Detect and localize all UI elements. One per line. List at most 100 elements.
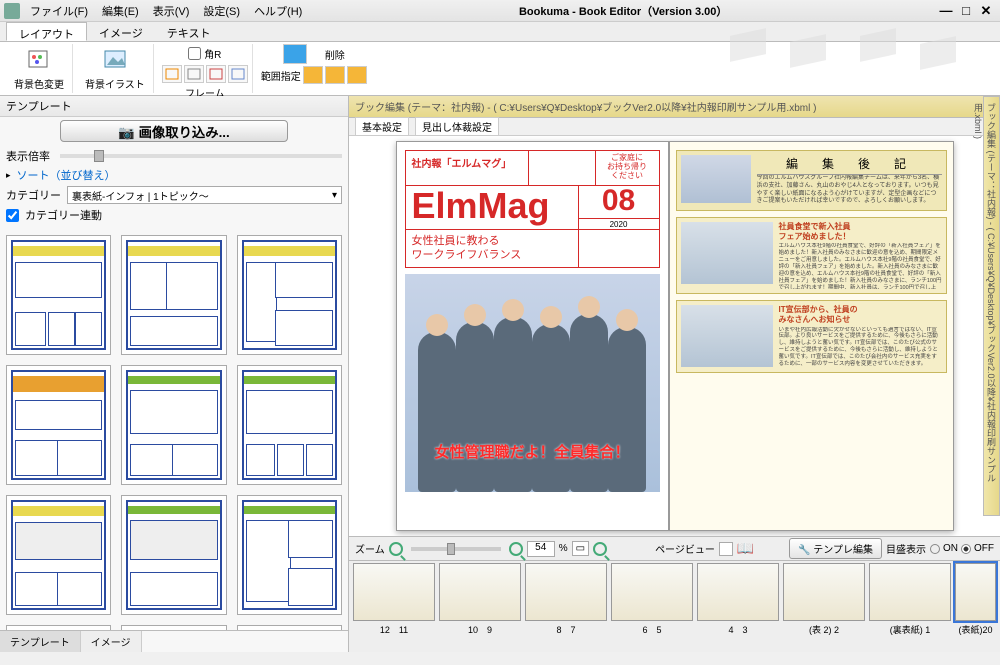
ruler-off-radio[interactable]: [961, 544, 971, 554]
article-1-title: 社員食堂で新入社員フェア始めました！: [779, 222, 942, 241]
zoom-bar: ズーム 54 % ▭ ページビュー 📖 🔧 テンプレ編集 目盛表示 ON OFF: [349, 536, 1000, 560]
window-close[interactable]: ✕: [978, 3, 994, 19]
editor-area: ブック編集 (テーマ：社内報) - ( C:¥Users¥Q¥Desktop¥ブ…: [349, 96, 1000, 652]
template-thumb[interactable]: [121, 365, 226, 485]
image-import-button[interactable]: 📷 画像取り込み...: [60, 120, 288, 142]
editorial-photo: [681, 155, 751, 203]
zoom-slider[interactable]: [411, 547, 501, 551]
side-document-tab[interactable]: ブック編集 (テーマ：社内報) - ( C:¥Users¥Q¥Desktop¥ブ…: [983, 96, 1000, 516]
image-icon: [101, 46, 129, 74]
left-tab-image[interactable]: イメージ: [81, 631, 142, 652]
range-primary[interactable]: [283, 44, 307, 64]
template-thumb[interactable]: [121, 625, 226, 630]
cover-headline: 女性管理職だよ！全員集合！: [405, 441, 660, 462]
category-linked-label: カテゴリー連動: [25, 207, 102, 223]
display-rate-slider[interactable]: [60, 154, 342, 158]
page-thumb[interactable]: (表 2) 2: [783, 563, 865, 636]
template-thumb[interactable]: [121, 495, 226, 615]
canvas[interactable]: 社内報「エルムマグ」 ご家庭にお持ち帰りください ElmMag 08 2020: [349, 136, 1000, 536]
template-thumb[interactable]: [6, 235, 111, 355]
app-icon: [4, 3, 20, 19]
page-thumb[interactable]: (裏表紙) 1: [869, 563, 951, 636]
zoom-reset-icon[interactable]: [593, 542, 607, 556]
left-panel: テンプレート 📷 画像取り込み... 表示倍率 ▸ソート（並び替え） カテゴリー…: [0, 96, 349, 652]
cover-year: 2020: [579, 218, 659, 229]
zoom-in-icon[interactable]: [509, 542, 523, 556]
window-minimize[interactable]: —: [938, 3, 954, 19]
article-1-photo: [681, 222, 773, 284]
template-thumb[interactable]: [121, 235, 226, 355]
cover-subtitle: 女性社員に教わるワークライフバランス: [406, 230, 579, 267]
bg-color-label: 背景色変更: [14, 76, 64, 91]
cover-mag-ja: 社内報「エルムマグ」: [406, 151, 529, 185]
titlebar: ファイル(F) 編集(E) 表示(V) 設定(S) ヘルプ(H) Bookuma…: [0, 0, 1000, 22]
template-thumb[interactable]: [237, 365, 342, 485]
template-thumb[interactable]: [237, 495, 342, 615]
template-thumb[interactable]: [237, 235, 342, 355]
article-2-body: いまや社内広報活動に欠かせないといっても過言ではない、IT宣伝部。より良いサービ…: [779, 327, 942, 368]
ribbon-tab-image[interactable]: イメージ: [87, 22, 155, 41]
bg-color-button[interactable]: 背景色変更: [10, 44, 68, 93]
page-thumb[interactable]: 6 5: [611, 563, 693, 636]
zoom-pct-unit: %: [559, 543, 568, 554]
category-linked-checkbox[interactable]: [6, 209, 19, 222]
cover-photo: 女性管理職だよ！全員集合！: [405, 274, 660, 492]
cover-note: ご家庭にお持ち帰りください: [595, 151, 659, 185]
frame-style-2[interactable]: [184, 65, 204, 83]
category-dropdown[interactable]: 裏表紙-インフォ | 1トピック～▾: [67, 186, 342, 204]
doc-toolbar-basic[interactable]: 基本設定: [355, 117, 409, 136]
zoom-label: ズーム: [355, 541, 385, 556]
window-maximize[interactable]: □: [958, 3, 974, 19]
template-thumb[interactable]: [237, 625, 342, 630]
zoom-value[interactable]: 54: [527, 541, 555, 557]
page-spread: 社内報「エルムマグ」 ご家庭にお持ち帰りください ElmMag 08 2020: [396, 141, 954, 531]
page-thumb-selected[interactable]: (表紙)20: [955, 563, 996, 636]
page-thumb[interactable]: 8 7: [525, 563, 607, 636]
zoom-out-icon[interactable]: [389, 542, 403, 556]
frame-style-1[interactable]: [162, 65, 182, 83]
template-thumb[interactable]: [6, 625, 111, 630]
range-opt-1[interactable]: [303, 66, 323, 84]
menu-view[interactable]: 表示(V): [147, 1, 196, 21]
menu-edit[interactable]: 編集(E): [96, 1, 145, 21]
ribbon-tab-text[interactable]: テキスト: [155, 22, 223, 41]
range-opt-3[interactable]: [347, 66, 367, 84]
editorial-title: 編 集 後 記: [757, 155, 942, 175]
editorial-body: 今回のエルムハウスグループ社内報編集チームは、来年から3名、横浜の支社、加藤さん…: [757, 175, 942, 206]
range-opt-2[interactable]: [325, 66, 345, 84]
corner-r-checkbox[interactable]: [188, 47, 201, 60]
template-edit-button[interactable]: 🔧 テンプレ編集: [789, 538, 882, 559]
decorative-books: [730, 32, 970, 72]
range-label: 範囲指定: [261, 68, 301, 83]
frame-style-3[interactable]: [206, 65, 226, 83]
menu-settings[interactable]: 設定(S): [197, 1, 246, 21]
menu-help[interactable]: ヘルプ(H): [248, 1, 308, 21]
left-tab-template[interactable]: テンプレート: [0, 631, 81, 652]
template-grid: ✓: [0, 229, 348, 630]
cover-title: ElmMag: [406, 186, 579, 229]
page-thumb[interactable]: 4 3: [697, 563, 779, 636]
ruler-on-radio[interactable]: [930, 544, 940, 554]
page-thumb[interactable]: 10 9: [439, 563, 521, 636]
doc-toolbar-heading[interactable]: 見出し体裁設定: [415, 117, 499, 136]
sort-link[interactable]: ソート（並び替え）: [17, 167, 116, 183]
bg-illust-label: 背景イラスト: [85, 76, 145, 91]
template-panel-header: テンプレート: [0, 96, 348, 117]
fit-width-button[interactable]: ▭: [572, 541, 589, 556]
back-page[interactable]: 編 集 後 記 今回のエルムハウスグループ社内報編集チームは、来年から3名、横浜…: [669, 141, 954, 531]
menubar: ファイル(F) 編集(E) 表示(V) 設定(S) ヘルプ(H): [24, 1, 308, 21]
bg-illust-button[interactable]: 背景イラスト: [81, 44, 149, 93]
template-thumb[interactable]: [6, 365, 111, 485]
document-path-header: ブック編集 (テーマ：社内報) - ( C:¥Users¥Q¥Desktop¥ブ…: [349, 96, 1000, 118]
cover-page[interactable]: 社内報「エルムマグ」 ご家庭にお持ち帰りください ElmMag 08 2020: [396, 141, 669, 531]
menu-file[interactable]: ファイル(F): [24, 1, 94, 21]
template-thumb[interactable]: [6, 495, 111, 615]
frame-style-4[interactable]: [228, 65, 248, 83]
category-label: カテゴリー: [6, 187, 61, 203]
corner-r-label: 角R: [204, 46, 221, 61]
pageview-single[interactable]: [719, 542, 733, 556]
ribbon-tab-layout[interactable]: レイアウト: [6, 22, 87, 41]
page-thumb[interactable]: 12 11: [353, 563, 435, 636]
pageview-book-icon[interactable]: 📖: [737, 540, 754, 557]
pageview-label: ページビュー: [655, 541, 715, 556]
